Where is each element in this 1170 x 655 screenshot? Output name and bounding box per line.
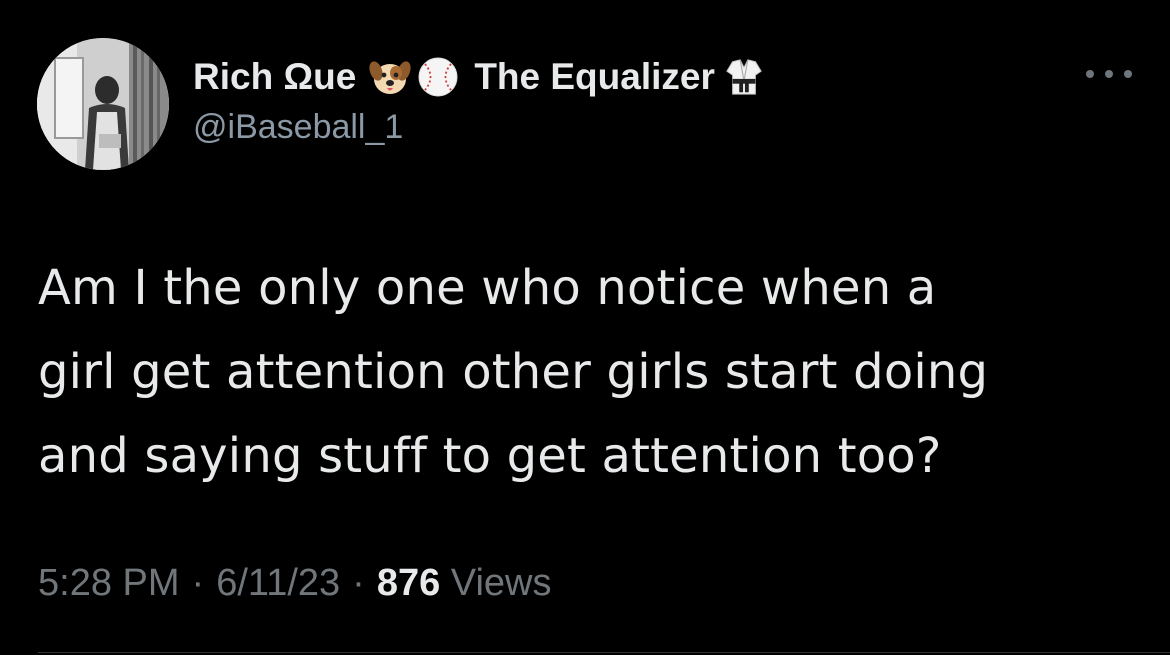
user-handle[interactable]: @iBaseball_1 [193, 108, 765, 147]
tweet-text: Am I the only one who notice when a girl… [38, 246, 1138, 498]
more-dot [1105, 70, 1113, 78]
tweet-date[interactable]: 6/11/23 [216, 562, 340, 604]
tweet-text-line: and saying stuff to get attention too? [38, 428, 942, 484]
display-name-part1[interactable]: Rich Ωue [193, 56, 356, 98]
tweet-text-line: girl get attention other girls start doi… [38, 344, 989, 400]
baseball-icon [418, 57, 458, 97]
display-name-row[interactable]: Rich Ωue The Equalizer [193, 52, 765, 102]
display-name-part2[interactable]: The Equalizer [474, 56, 715, 98]
meta-separator: · [191, 562, 205, 604]
tweet-text-line: Am I the only one who notice when a [38, 260, 937, 316]
views-label: Views [450, 562, 552, 604]
divider [38, 652, 1170, 653]
views-count: 876 [376, 562, 441, 604]
meta-separator: · [352, 562, 365, 604]
more-dot [1124, 70, 1132, 78]
tweet-time[interactable]: 5:28 PM [38, 562, 180, 604]
more-options-icon[interactable] [1086, 66, 1132, 82]
dog-face-icon [369, 61, 411, 94]
tweet: Rich Ωue The Equalizer @iBaseball_1 Am I… [0, 0, 1170, 655]
avatar[interactable] [37, 38, 169, 170]
tweet-meta: 5:28 PM · 6/11/23 · 876 Views [38, 562, 551, 605]
tweet-header: Rich Ωue The Equalizer @iBaseball_1 [193, 52, 765, 147]
martial-arts-uniform-icon [726, 59, 762, 95]
more-dot [1086, 70, 1094, 78]
